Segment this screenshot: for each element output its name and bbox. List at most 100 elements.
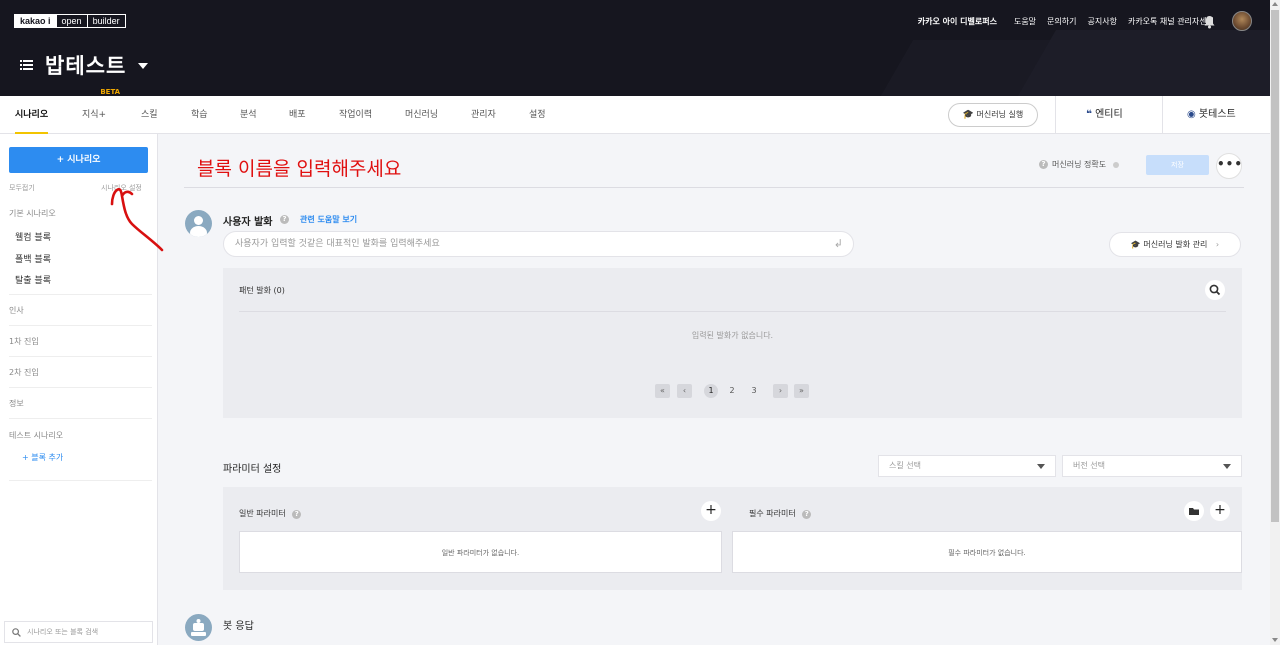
first-page-button[interactable]: «	[655, 384, 670, 398]
bot-selector[interactable]: 밥테스트	[20, 50, 149, 80]
collapse-all-link[interactable]: 모두접기	[9, 183, 35, 193]
tab-analytics[interactable]: 분석	[240, 96, 257, 134]
search-placeholder: 시나리오 또는 블록 검색	[27, 628, 99, 636]
bot-test-button[interactable]: ◉ 봇테스트	[1187, 96, 1236, 134]
folder-button[interactable]	[1184, 501, 1204, 521]
divider	[184, 187, 1244, 188]
bell-icon[interactable]	[1203, 15, 1216, 29]
save-button[interactable]: 저장	[1146, 155, 1209, 175]
user-avatar[interactable]	[1232, 11, 1252, 31]
quote-icon: ❝	[1086, 109, 1092, 120]
graduation-cap-icon: 🎓	[962, 110, 974, 120]
entity-button[interactable]: ❝ 엔티티	[1086, 96, 1123, 134]
tab-learning[interactable]: 학습	[191, 96, 208, 134]
folder-icon	[1189, 508, 1199, 515]
logo-part: kakao i	[15, 15, 57, 27]
add-scenario-button[interactable]: + 시나리오	[9, 147, 148, 173]
nav-developers-link[interactable]: 카카오 아이 디벨로퍼스	[918, 16, 997, 27]
tab-knowledge[interactable]: 지식+ BETA	[82, 88, 120, 134]
top-header: kakao i open builder 카카오 아이 디벨로퍼스 도움말 문의…	[0, 0, 1270, 96]
nav-help-link[interactable]: 도움말	[1014, 16, 1036, 27]
scrollbar-thumb[interactable]	[1271, 10, 1279, 522]
page-number[interactable]: 1	[704, 384, 718, 398]
scenario-search-input[interactable]: 시나리오 또는 블록 검색	[4, 621, 153, 643]
prev-page-button[interactable]: ‹	[677, 384, 692, 398]
nav-channel-admin-link[interactable]: 카카오톡 채널 관리자센터	[1128, 16, 1214, 27]
kakao-open-builder-logo[interactable]: kakao i open builder	[14, 14, 126, 28]
scenario-section-title[interactable]: 2차 진입	[9, 367, 39, 378]
related-help-link[interactable]: 관련 도움말 보기	[300, 214, 357, 225]
ml-utterance-manage-button[interactable]: 🎓 머신러닝 발화 관리 ›	[1109, 232, 1241, 257]
divider	[1055, 96, 1056, 134]
tab-machine-learning[interactable]: 머신러닝	[405, 96, 438, 134]
bot-test-label: 봇테스트	[1198, 109, 1236, 120]
tab-deploy[interactable]: 배포	[289, 96, 306, 134]
help-icon[interactable]: ?	[802, 510, 812, 519]
general-parameter-empty: 일반 파라미터가 없습니다.	[441, 549, 520, 557]
help-icon[interactable]: ?	[280, 215, 289, 224]
last-page-button[interactable]: »	[794, 384, 809, 398]
status-dot	[1113, 161, 1120, 168]
tab-scenario[interactable]: 시나리오	[15, 96, 49, 134]
parameter-settings-title: 파라미터 설정	[223, 464, 282, 475]
help-icon[interactable]: ?	[292, 510, 302, 519]
page-number[interactable]: 3	[747, 384, 761, 398]
add-required-parameter-button[interactable]: +	[1210, 501, 1230, 521]
version-select-value: 버전 선택	[1073, 461, 1105, 470]
bot-response-title: 봇 응답	[223, 621, 254, 632]
top-nav: 카카오 아이 디벨로퍼스 도움말 문의하기 공지사항 카카오톡 채널 관리자센터	[918, 16, 1214, 27]
divider	[9, 387, 152, 388]
scroll-up-icon[interactable]	[1272, 2, 1278, 6]
general-parameter-label: 일반 파라미터	[239, 509, 286, 518]
chevron-down-icon	[1037, 464, 1045, 469]
user-icon	[185, 210, 212, 237]
scenario-section-title[interactable]: 1차 진입	[9, 336, 39, 347]
tab-settings[interactable]: 설정	[529, 96, 546, 134]
divider	[1162, 96, 1163, 134]
block-welcome[interactable]: 웰컴 블록	[15, 230, 51, 243]
bot-icon	[185, 614, 212, 641]
more-options-button[interactable]: •••	[1216, 153, 1242, 179]
block-name-input[interactable]: 블록 이름을 입력해주세요	[197, 154, 401, 181]
block-fallback[interactable]: 폴백 블록	[15, 252, 51, 265]
add-block-link[interactable]: + 블록 추가	[22, 452, 63, 463]
nav-notice-link[interactable]: 공지사항	[1088, 16, 1117, 27]
tab-history[interactable]: 작업이력	[339, 96, 372, 134]
required-parameter-label: 필수 파라미터	[749, 509, 796, 518]
search-icon	[1209, 284, 1221, 296]
utterance-input[interactable]: 사용자가 입력할 것같은 대표적인 발화를 입력해주세요 ↲	[223, 231, 854, 257]
block-exit[interactable]: 탈출 블록	[15, 273, 51, 286]
search-utterance-button[interactable]	[1205, 280, 1225, 300]
utterance-placeholder: 사용자가 입력할 것같은 대표적인 발화를 입력해주세요	[235, 239, 440, 249]
page-scrollbar[interactable]	[1270, 0, 1280, 645]
ml-accuracy-label: 머신러닝 정확도	[1052, 160, 1107, 169]
version-select[interactable]: 버전 선택	[1062, 455, 1242, 477]
graduation-cap-icon: 🎓	[1130, 240, 1141, 249]
tab-skill[interactable]: 스킬	[141, 96, 158, 134]
nav-inquiry-link[interactable]: 문의하기	[1047, 16, 1076, 27]
scenario-section-title[interactable]: 정보	[9, 398, 24, 409]
divider	[9, 294, 152, 295]
ml-run-button[interactable]: 🎓 머신러닝 실행	[948, 103, 1038, 127]
ml-run-label: 머신러닝 실행	[976, 110, 1024, 119]
logo-part: builder	[92, 16, 120, 26]
scenario-settings-link[interactable]: 시나리오 설정	[101, 183, 142, 193]
entity-label: 엔티티	[1095, 109, 1123, 120]
divider	[9, 325, 152, 326]
tab-admin[interactable]: 관리자	[471, 96, 496, 134]
enter-icon[interactable]: ↲	[834, 232, 843, 256]
caret-down-icon	[138, 63, 149, 69]
page-number[interactable]: 2	[725, 384, 739, 398]
skill-select[interactable]: 스킬 선택	[878, 455, 1056, 477]
search-icon	[12, 628, 21, 637]
add-general-parameter-button[interactable]: +	[701, 501, 721, 521]
scenario-section-title[interactable]: 기본 시나리오	[9, 208, 56, 219]
scroll-down-icon[interactable]	[1272, 638, 1278, 642]
scenario-section-title[interactable]: 인사	[9, 305, 24, 316]
logo-part: open	[57, 15, 88, 27]
user-utterance-title: 사용자 발화	[223, 217, 273, 228]
block-editor: 블록 이름을 입력해주세요 ? 머신러닝 정확도 저장 ••• 사용자 발화 ?…	[159, 134, 1270, 645]
scenario-section-title[interactable]: 테스트 시나리오	[9, 430, 63, 441]
help-icon[interactable]: ?	[1039, 160, 1048, 169]
next-page-button[interactable]: ›	[773, 384, 788, 398]
